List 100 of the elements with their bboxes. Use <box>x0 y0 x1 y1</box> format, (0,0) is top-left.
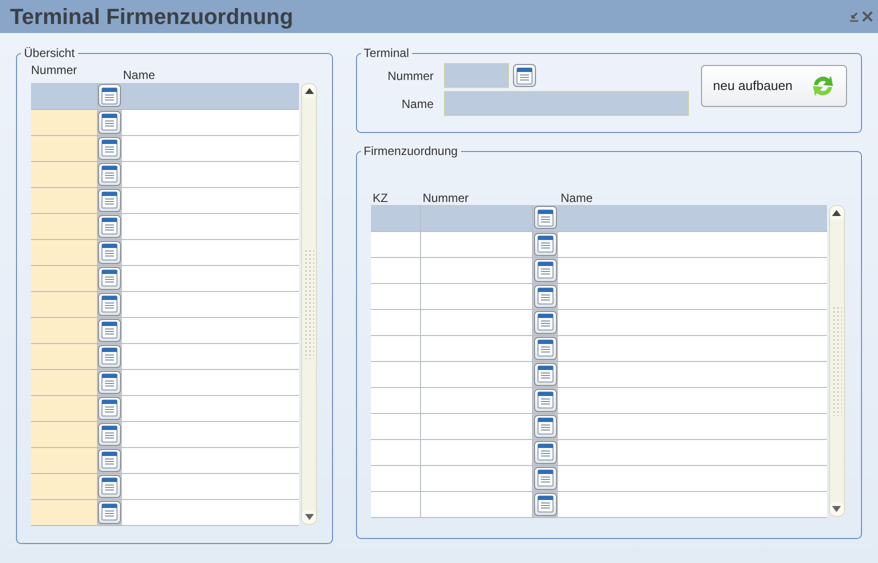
notepad-icon <box>101 347 118 365</box>
lookup-button[interactable] <box>534 414 557 438</box>
rebuild-button[interactable]: neu aufbauen <box>701 65 847 107</box>
minimize-icon <box>849 11 860 22</box>
scroll-down-button[interactable] <box>302 510 316 524</box>
table-cell <box>31 161 97 187</box>
close-button[interactable] <box>861 11 874 22</box>
lookup-button[interactable] <box>534 310 557 334</box>
lookup-button[interactable] <box>98 292 122 316</box>
table-row[interactable] <box>31 135 299 161</box>
lookup-button[interactable] <box>98 266 122 290</box>
table-row[interactable] <box>31 499 299 525</box>
down-arrow-icon <box>304 514 314 520</box>
notepad-icon <box>101 399 118 417</box>
notepad-icon <box>101 269 118 287</box>
lookup-button[interactable] <box>98 448 122 472</box>
table-cell <box>370 439 421 465</box>
table-cell <box>31 447 97 473</box>
notepad-icon <box>516 66 533 84</box>
notepad-icon <box>101 243 118 261</box>
lookup-button[interactable] <box>98 474 122 498</box>
table-row[interactable] <box>31 213 299 239</box>
lookup-button[interactable] <box>98 422 122 446</box>
table-cell <box>370 465 421 491</box>
scroll-up-button[interactable] <box>830 206 844 220</box>
lookup-button[interactable] <box>98 318 122 342</box>
notepad-icon <box>101 295 118 313</box>
scroll-down-button[interactable] <box>830 502 844 516</box>
lookup-button[interactable] <box>534 258 557 282</box>
table-row[interactable] <box>31 447 299 473</box>
scrollbar[interactable] <box>301 83 317 525</box>
table-cell <box>31 109 97 135</box>
table-cell <box>31 369 97 395</box>
lookup-button[interactable] <box>534 284 557 308</box>
table-row[interactable] <box>31 291 299 317</box>
table-cell <box>31 239 97 265</box>
table-cell <box>31 213 97 239</box>
field-label: Name <box>400 96 435 112</box>
table-cell <box>31 135 97 161</box>
lookup-button[interactable] <box>98 500 122 524</box>
lookup-button[interactable] <box>98 396 122 420</box>
notepad-icon <box>101 477 118 495</box>
notepad-icon <box>536 495 554 513</box>
table-row[interactable] <box>31 161 299 187</box>
column-header: Nummer <box>422 190 470 205</box>
lookup-button[interactable] <box>98 188 122 212</box>
scroll-up-button[interactable] <box>302 84 316 98</box>
table-cell <box>31 395 97 421</box>
group-label: Firmenzuordnung <box>362 145 459 157</box>
table-cell <box>370 257 421 283</box>
lookup-button[interactable] <box>98 214 122 238</box>
table-row[interactable] <box>31 343 299 369</box>
lookup-button[interactable] <box>534 466 557 490</box>
lookup-button[interactable] <box>98 240 122 264</box>
lookup-button[interactable] <box>534 492 557 516</box>
lookup-button[interactable] <box>98 84 122 108</box>
lookup-button[interactable] <box>98 110 122 134</box>
table-row[interactable] <box>31 265 299 291</box>
lookup-button[interactable] <box>534 336 557 360</box>
up-arrow-icon <box>832 210 842 216</box>
table-row[interactable] <box>31 109 299 135</box>
lookup-button[interactable] <box>98 162 122 186</box>
table-row[interactable] <box>31 187 299 213</box>
table-cell <box>370 361 421 387</box>
input-field[interactable] <box>444 91 689 116</box>
notepad-icon <box>101 139 118 157</box>
table-row[interactable] <box>31 421 299 447</box>
table-row[interactable] <box>31 239 299 265</box>
lookup-button[interactable] <box>534 232 557 256</box>
notepad-icon <box>101 321 118 339</box>
notepad-icon <box>101 113 118 131</box>
table-row[interactable] <box>31 395 299 421</box>
table-row[interactable] <box>31 369 299 395</box>
lookup-button[interactable] <box>534 388 557 412</box>
lookup-button[interactable] <box>534 440 557 464</box>
table-row[interactable] <box>31 473 299 499</box>
notepad-icon <box>101 191 118 209</box>
input-field[interactable] <box>444 63 509 88</box>
minimize-button[interactable] <box>848 11 861 22</box>
table-cell <box>370 413 421 439</box>
lookup-button[interactable] <box>98 344 122 368</box>
lookup-button[interactable] <box>534 362 557 386</box>
notepad-icon <box>101 503 118 521</box>
close-icon <box>862 11 873 22</box>
table-row[interactable] <box>31 317 299 343</box>
lookup-button[interactable] <box>98 136 122 160</box>
lookup-button[interactable] <box>534 206 557 230</box>
table-cell <box>370 231 421 257</box>
scroll-grip[interactable] <box>304 249 314 359</box>
table-cell <box>370 205 421 231</box>
notepad-icon <box>536 417 554 435</box>
group-label: Terminal <box>362 47 410 59</box>
column-header: Name <box>560 190 593 205</box>
lookup-button[interactable] <box>512 64 536 87</box>
lookup-button[interactable] <box>98 370 122 394</box>
notepad-icon <box>101 165 118 183</box>
table-cell <box>370 335 421 361</box>
column-header: Name <box>123 67 156 83</box>
notepad-icon <box>536 469 554 487</box>
scrollbar[interactable] <box>828 205 845 517</box>
